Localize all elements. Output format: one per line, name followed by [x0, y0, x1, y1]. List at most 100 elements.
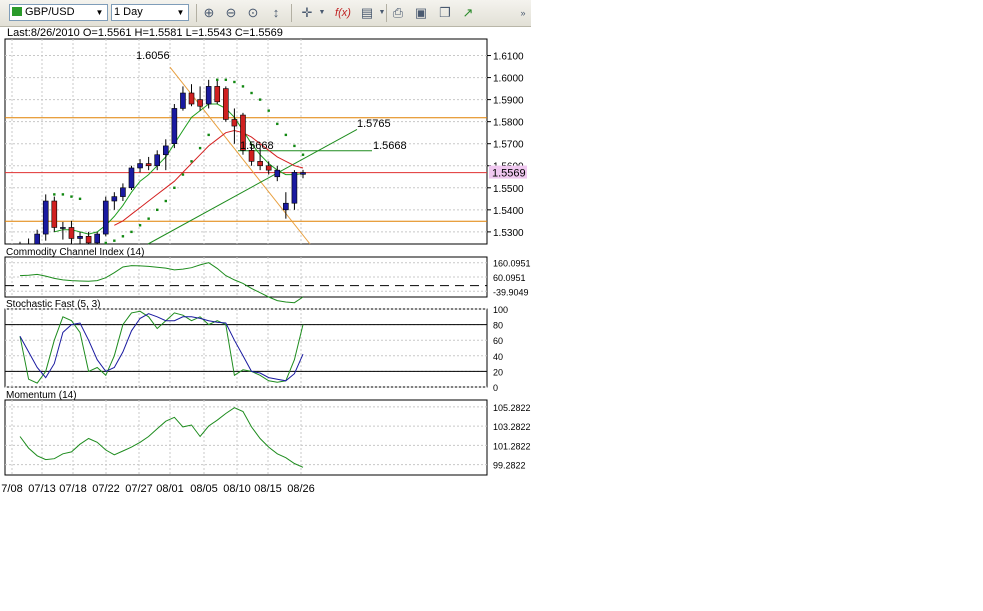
- x-tick-label: 07/22: [92, 483, 120, 495]
- cci-y-tick-label: 160.0951: [493, 259, 531, 269]
- panel-frame-mom: [4, 399, 488, 476]
- cci-y-tick-label: 60.0951: [493, 273, 526, 283]
- momentum-y-tick-label: 105.2822: [493, 403, 531, 413]
- price-y-tick-label: 1.5800: [493, 118, 524, 129]
- stochastic-y-tick-label: 0: [493, 383, 498, 393]
- candle: [274, 169, 281, 178]
- candle: [214, 86, 221, 103]
- candle: [77, 235, 83, 239]
- sar-dot: [198, 146, 202, 150]
- stochastic-y-tick-label: 80: [493, 321, 503, 331]
- sar-dot: [276, 122, 279, 126]
- sar-dot: [104, 241, 107, 245]
- sar-dot: [164, 199, 167, 203]
- level-price-label: 1.5668: [373, 140, 407, 152]
- candle: [145, 163, 152, 167]
- trend-target-label: 1.5765: [357, 118, 391, 130]
- candle: [111, 196, 118, 202]
- stochastic-y-tick-label: 60: [493, 336, 503, 346]
- sar-dot: [147, 217, 150, 220]
- sar-dot: [250, 91, 253, 95]
- candle: [197, 99, 203, 107]
- x-tick-label: 07/27: [125, 483, 153, 495]
- sar-dot: [61, 193, 65, 196]
- momentum-y-tick-label: 99.2822: [493, 461, 526, 471]
- sar-dot: [267, 109, 270, 112]
- sar-dot: [130, 230, 133, 234]
- price-y-tick-label: 1.5500: [493, 184, 524, 195]
- candle: [257, 161, 263, 167]
- stochastic-y-tick-label: 40: [493, 352, 503, 362]
- candle: [94, 233, 100, 244]
- candle: [223, 88, 229, 120]
- sar-dot: [53, 193, 56, 196]
- momentum-title: Momentum (14): [6, 390, 77, 401]
- sar-dot: [224, 78, 228, 81]
- level-price-label-inner: 1.5668: [240, 140, 274, 152]
- cci-title: Commodity Channel Index (14): [6, 247, 144, 258]
- candle: [120, 187, 126, 197]
- sar-dot: [207, 133, 210, 137]
- price-y-tick-label: 1.5700: [493, 140, 524, 151]
- sar-dot: [293, 144, 296, 148]
- x-tick-label: 08/15: [254, 483, 282, 495]
- momentum-y-tick-label: 101.2822: [493, 441, 531, 451]
- sar-dot: [190, 160, 193, 163]
- sar-dot: [233, 80, 236, 84]
- candle: [42, 200, 49, 235]
- sar-dot: [138, 224, 142, 227]
- cci-y-tick-label: -39.9049: [493, 287, 529, 297]
- last-price-label: 1.5569: [492, 168, 526, 180]
- sar-dot: [301, 153, 305, 156]
- candle: [162, 145, 169, 156]
- candle: [85, 235, 92, 244]
- x-tick-label: 08/10: [223, 483, 251, 495]
- price-y-tick-label: 1.6100: [493, 52, 524, 63]
- sar-dot: [258, 98, 262, 101]
- sar-dot: [70, 195, 73, 198]
- candle: [283, 202, 289, 211]
- candle: [291, 172, 298, 204]
- panel-frame-sto: [4, 308, 488, 388]
- x-tick-label: 08/01: [156, 483, 184, 495]
- price-y-tick-label: 1.5900: [493, 96, 524, 107]
- candle: [205, 86, 212, 105]
- candle: [34, 233, 40, 245]
- candle: [51, 200, 58, 228]
- candle: [154, 154, 161, 167]
- price-y-tick-label: 1.5400: [493, 206, 524, 217]
- sar-dot: [156, 208, 159, 212]
- high-price-label: 1.6056: [136, 50, 170, 62]
- candle: [180, 92, 186, 109]
- sar-dot: [284, 133, 288, 137]
- x-tick-label: 07/18: [59, 483, 87, 495]
- x-tick-label: 08/26: [287, 483, 315, 495]
- x-tick-label: 07/13: [28, 483, 56, 495]
- candle: [128, 167, 135, 189]
- candle: [300, 172, 306, 175]
- stochastic-title: Stochastic Fast (5, 3): [6, 299, 100, 310]
- sar-dot: [181, 173, 185, 176]
- sar-dot: [216, 78, 219, 81]
- stochastic-y-tick-label: 100: [493, 305, 508, 315]
- candle: [102, 200, 109, 235]
- momentum-y-tick-label: 103.2822: [493, 422, 531, 432]
- candle: [137, 163, 143, 169]
- candle: [68, 227, 75, 239]
- price-y-tick-label: 1.5300: [493, 228, 524, 239]
- sar-dot: [241, 85, 245, 88]
- candle: [60, 227, 66, 229]
- x-tick-label: 08/05: [190, 483, 218, 495]
- candle: [188, 92, 195, 105]
- sar-dot: [121, 235, 125, 238]
- sar-dot: [78, 197, 82, 201]
- candle: [265, 165, 272, 171]
- stochastic-y-tick-label: 20: [493, 367, 503, 377]
- price-y-tick-label: 1.6000: [493, 74, 524, 85]
- x-tick-label: 7/08: [1, 483, 22, 495]
- sar-dot: [173, 186, 176, 189]
- chart-canvas[interactable]: 1.61001.60001.59001.58001.57001.56001.55…: [0, 0, 983, 611]
- candle: [231, 119, 238, 127]
- candle: [171, 108, 178, 145]
- sar-dot: [113, 239, 116, 242]
